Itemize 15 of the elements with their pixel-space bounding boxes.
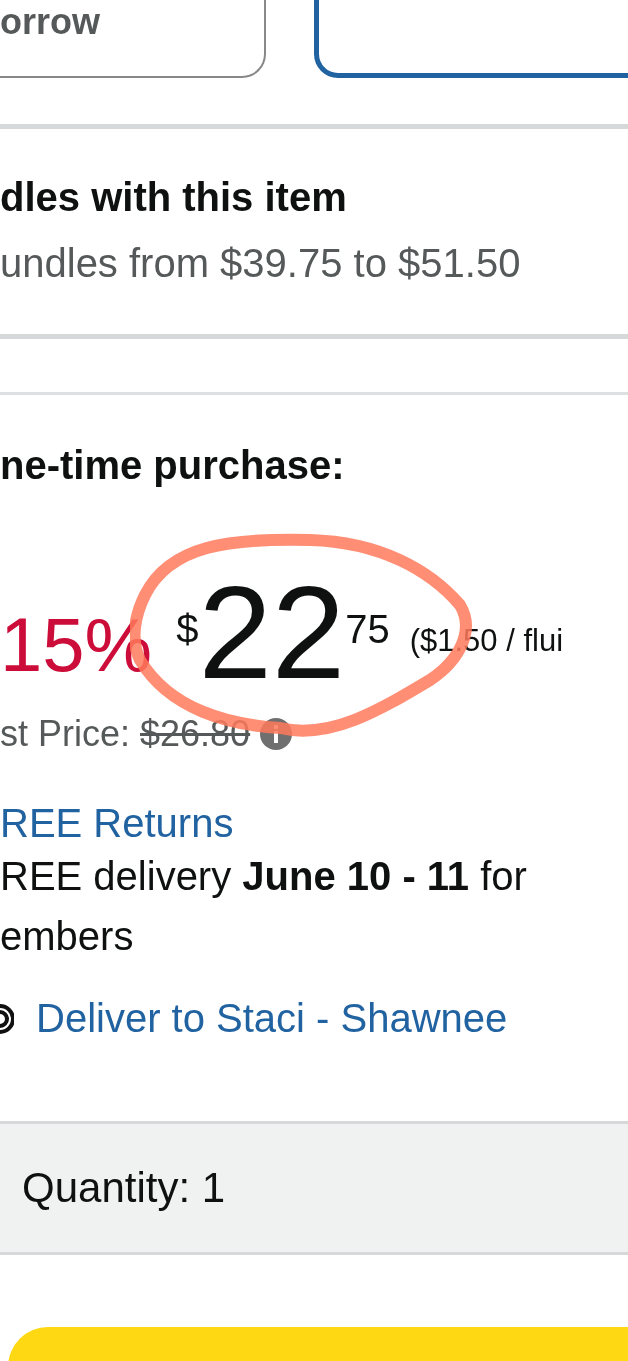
price: $^{$}$22$^{75}$ bbox=[176, 573, 390, 693]
bundle-price-range: undles from $39.75 to $51.50 bbox=[0, 241, 522, 286]
returns-link[interactable]: REE Returns bbox=[0, 801, 628, 846]
format-option[interactable] bbox=[314, 0, 628, 78]
delivery-text: embers bbox=[0, 913, 135, 960]
list-price: $26.80 bbox=[140, 713, 251, 755]
quantity-dropdown[interactable]: Quantity: 1 bbox=[0, 1121, 628, 1255]
format-option[interactable]: orrow bbox=[0, 0, 266, 78]
location-icon bbox=[0, 1003, 14, 1034]
delivery-text: REE delivery June 10 - 11 for bbox=[0, 853, 528, 900]
purchase-heading: ne-time purchase: bbox=[0, 442, 346, 489]
list-price-label: st Price: bbox=[0, 713, 131, 755]
info-icon[interactable] bbox=[260, 718, 293, 750]
deliver-to-link[interactable]: Deliver to Staci - Shawnee bbox=[36, 996, 508, 1041]
section-heading: dles with this item bbox=[0, 174, 348, 221]
